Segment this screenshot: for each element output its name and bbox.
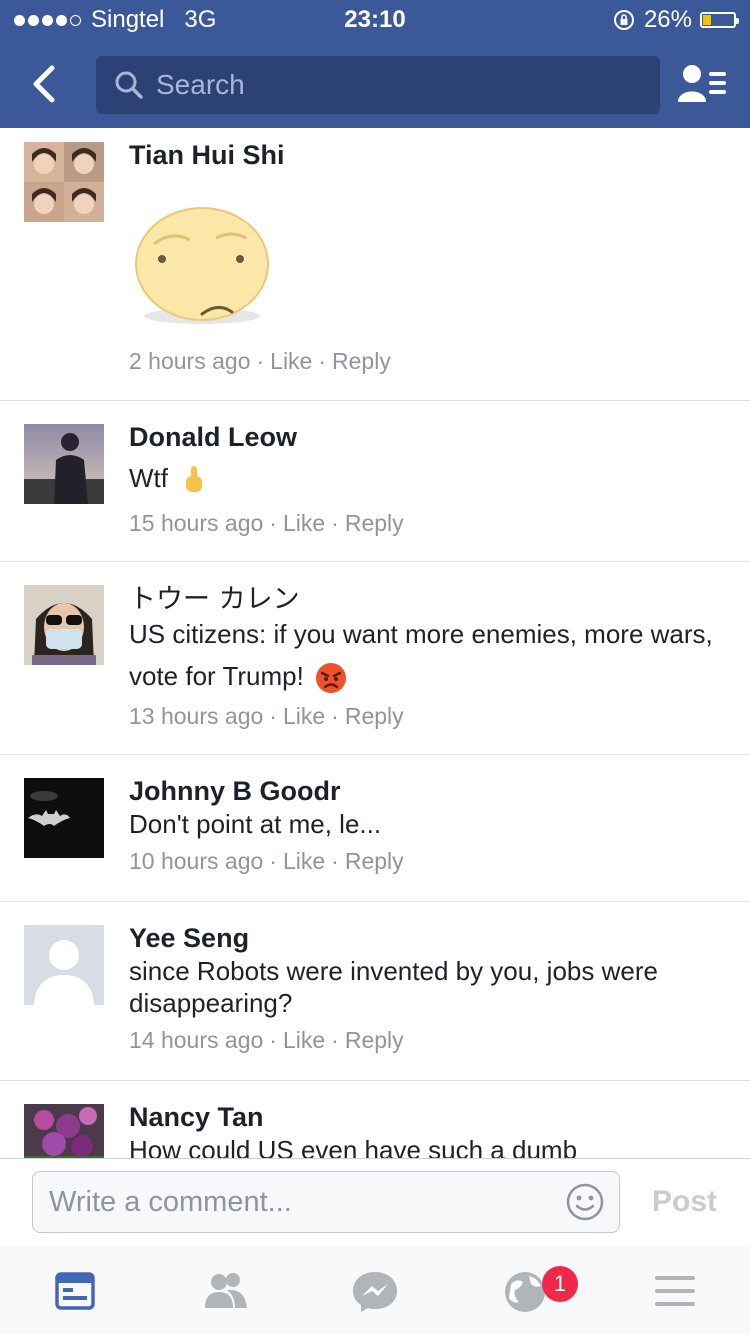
reply-link[interactable]: Reply (345, 510, 404, 536)
comment-author[interactable]: Johnny B Goodr (129, 776, 341, 807)
comment-text: since Robots were invented by you, jobs … (129, 956, 658, 1018)
reply-link[interactable]: Reply (332, 348, 391, 374)
comment-meta: 10 hours ago · Like · Reply (129, 848, 404, 874)
comment-item: Yee Seng since Robots were invented by y… (0, 901, 750, 1081)
confused-frown-sticker (135, 207, 269, 324)
post-button[interactable]: Post (652, 1185, 717, 1219)
comment-item: Tian Hui Shi 2 hours ago · Like · Reply (0, 128, 750, 401)
news-feed-icon[interactable] (47, 1266, 103, 1316)
avatar[interactable] (24, 424, 104, 504)
comment-author[interactable]: Tian Hui Shi (129, 140, 285, 171)
comment-item: Donald Leow Wtf 15 hours ago · Like · Reply (0, 400, 750, 562)
avatar[interactable] (24, 925, 104, 1005)
like-link[interactable]: Like (283, 703, 325, 729)
comment-text: Wtf (129, 462, 726, 496)
reply-link[interactable]: Reply (345, 848, 404, 874)
friends-list-icon[interactable] (676, 62, 728, 106)
like-link[interactable]: Like (283, 848, 325, 874)
middle-finger-emoji-icon (186, 466, 203, 493)
nav-bar: Search (0, 40, 750, 128)
avatar[interactable] (24, 778, 104, 858)
comment-text: Don't point at me, le... (129, 809, 382, 839)
search-placeholder: Search (156, 69, 245, 100)
status-bar: Singtel 3G 23:10 26% (0, 0, 750, 40)
comment-timestamp: 14 hours ago (129, 1027, 264, 1053)
reply-link[interactable]: Reply (345, 703, 404, 729)
comment-meta: 13 hours ago · Like · Reply (129, 703, 404, 729)
avatar[interactable] (24, 142, 104, 222)
comment-timestamp: 10 hours ago (129, 848, 264, 874)
status-bar-right: 26% (612, 6, 739, 34)
angry-face-emoji-icon (316, 663, 347, 694)
like-link[interactable]: Like (283, 510, 325, 536)
comment-input[interactable]: Write a comment... (32, 1171, 620, 1233)
comment-meta: 2 hours ago · Like · Reply (129, 348, 391, 374)
comment-input-placeholder: Write a comment... (49, 1186, 292, 1218)
comment-item: トウー カレン US citizens: if you want more en… (0, 561, 750, 755)
search-input[interactable]: Search (96, 56, 660, 114)
comment-timestamp: 2 hours ago (129, 348, 251, 374)
battery-icon (700, 12, 739, 28)
like-link[interactable]: Like (270, 348, 312, 374)
comment-author[interactable]: Yee Seng (129, 923, 249, 954)
comment-composer: Write a comment... Post (0, 1158, 750, 1248)
comment-author[interactable]: Donald Leow (129, 422, 297, 453)
comments-feed[interactable]: Tian Hui Shi 2 hours ago · Like · Reply Dona… (0, 128, 750, 1158)
friend-requests-icon[interactable] (197, 1266, 253, 1316)
comment-author[interactable]: Nancy Tan (129, 1102, 264, 1133)
back-chevron-icon[interactable] (26, 62, 66, 106)
comment-meta: 14 hours ago · Like · Reply (129, 1027, 404, 1053)
comment-text: US citizens: if you want more enemies, m… (129, 613, 726, 697)
search-icon (115, 71, 143, 99)
comment-author[interactable]: トウー カレン (129, 577, 300, 616)
comment-item: Johnny B Goodr Don't point at me, le... … (0, 754, 750, 902)
comment-item: Nancy Tan How could US even have such a … (0, 1080, 750, 1158)
notification-count-badge: 1 (542, 1266, 578, 1302)
rotation-lock-icon (613, 10, 634, 30)
messenger-icon[interactable] (347, 1266, 403, 1316)
smiley-icon[interactable] (565, 1182, 605, 1222)
menu-icon[interactable] (647, 1266, 703, 1316)
like-link[interactable]: Like (283, 1027, 325, 1053)
comment-timestamp: 13 hours ago (129, 703, 264, 729)
comment-text: How could US even have such a dumb (129, 1135, 578, 1158)
avatar[interactable] (24, 1104, 104, 1158)
avatar[interactable] (24, 585, 104, 665)
reply-link[interactable]: Reply (345, 1027, 404, 1053)
tab-bar: 1 (0, 1246, 750, 1334)
battery-percent: 26% (643, 6, 692, 33)
comment-timestamp: 15 hours ago (129, 510, 264, 536)
comment-meta: 15 hours ago · Like · Reply (129, 510, 404, 536)
